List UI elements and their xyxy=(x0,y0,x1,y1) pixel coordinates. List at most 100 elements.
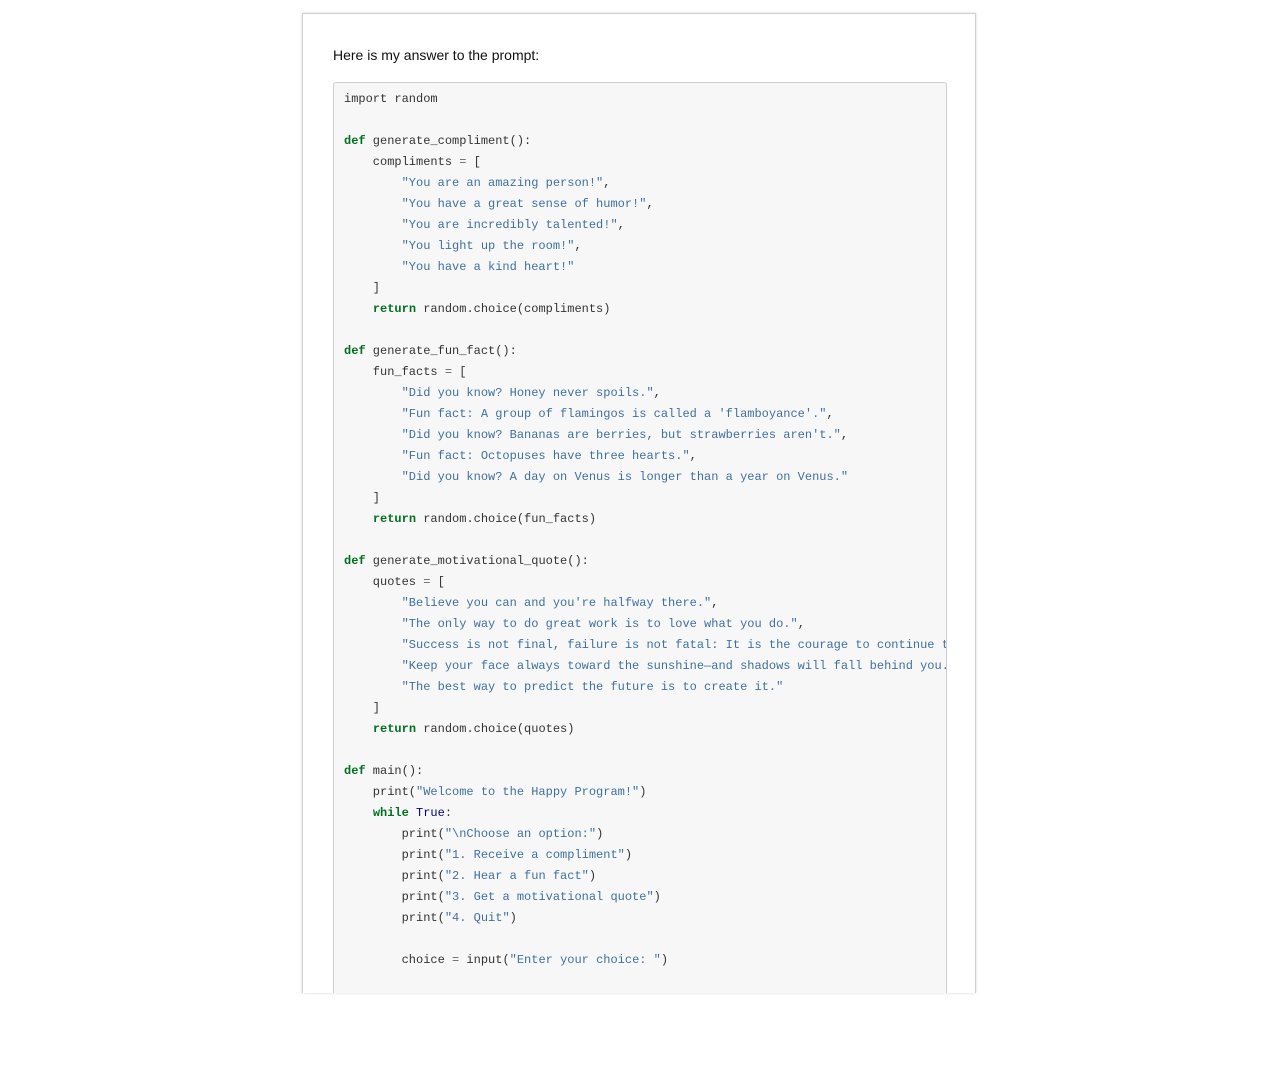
code-token: ) xyxy=(596,827,604,841)
code-line: "Fun fact: Octopuses have three hearts."… xyxy=(344,446,946,467)
code-token: "2. Hear a fun fact" xyxy=(444,869,589,883)
code-token: "Welcome to the Happy Program!" xyxy=(416,785,640,799)
code-token: "Fun fact: Octopuses have three hearts." xyxy=(401,449,690,463)
code-token: ) xyxy=(509,911,517,925)
code-token: , xyxy=(840,428,849,442)
code-token: "Keep your face always toward the sunshi… xyxy=(401,659,947,673)
code-token: print( xyxy=(344,911,445,925)
code-token: ) xyxy=(653,890,661,904)
answer-card: Here is my answer to the prompt: import … xyxy=(302,13,976,993)
code-token: ) xyxy=(660,953,669,967)
code-token: True xyxy=(416,806,445,820)
code-token: ] xyxy=(344,281,381,295)
code-token: return xyxy=(372,512,417,526)
code-line: ] xyxy=(344,488,946,509)
code-line: return random.choice(compliments) xyxy=(344,299,946,320)
code-token: generate_compliment(): xyxy=(365,134,532,148)
code-token: "Did you know? Honey never spoils." xyxy=(401,386,654,400)
code-line: print("Welcome to the Happy Program!") xyxy=(344,782,946,803)
code-line: while True: xyxy=(344,803,946,824)
code-line: print("4. Quit") xyxy=(344,908,946,929)
code-line: "Did you know? A day on Venus is longer … xyxy=(344,467,946,488)
code-token: = xyxy=(444,365,453,379)
code-token: fun_facts xyxy=(344,365,445,379)
code-token: ] xyxy=(344,491,381,505)
code-line: import random xyxy=(344,89,946,110)
code-line: return random.choice(quotes) xyxy=(344,719,946,740)
code-token: , xyxy=(617,218,625,232)
code-token: "Did you know? Bananas are berries, but … xyxy=(401,428,841,442)
code-token: [ xyxy=(430,575,445,589)
code-token: , xyxy=(689,449,697,463)
code-line: "You have a kind heart!" xyxy=(344,257,946,278)
code-line: "You are incredibly talented!", xyxy=(344,215,946,236)
code-line: ] xyxy=(344,278,946,299)
code-line: "Believe you can and you're halfway ther… xyxy=(344,593,946,614)
code-token: "You are an amazing person!" xyxy=(401,176,604,190)
code-token: def xyxy=(344,764,366,778)
code-line: "Fun fact: A group of flamingos is calle… xyxy=(344,404,946,425)
code-token: "Did you know? A day on Venus is longer … xyxy=(401,470,849,484)
code-token: ] xyxy=(344,701,381,715)
code-token: ) xyxy=(624,848,633,862)
code-line: "You are an amazing person!", xyxy=(344,173,946,194)
code-line: "Success is not final, failure is not fa… xyxy=(344,635,946,656)
code-token: "1. Receive a compliment" xyxy=(444,848,625,862)
code-token: "You are incredibly talented!" xyxy=(401,218,618,232)
code-line: "Keep your face always toward the sunshi… xyxy=(344,656,947,677)
code-line: def generate_fun_fact(): xyxy=(344,341,946,362)
code-token: random.choice(quotes) xyxy=(416,722,575,736)
code-token: "You have a kind heart!" xyxy=(401,260,575,274)
code-line: return random.choice(fun_facts) xyxy=(344,509,946,530)
code-token: "Believe you can and you're halfway ther… xyxy=(401,596,712,610)
code-block[interactable]: import random def generate_compliment(): … xyxy=(333,82,947,993)
code-token: print( xyxy=(344,890,445,904)
code-line: "The only way to do great work is to lov… xyxy=(344,614,946,635)
code-token: : xyxy=(444,806,453,820)
code-line: print("1. Receive a compliment") xyxy=(344,845,946,866)
code-line: "You light up the room!", xyxy=(344,236,946,257)
code-token: def xyxy=(344,134,366,148)
code-token: generate_fun_fact(): xyxy=(365,344,517,358)
code-line: print("3. Get a motivational quote") xyxy=(344,887,946,908)
code-line: fun_facts = [ xyxy=(344,362,946,383)
code-token: [ xyxy=(452,365,467,379)
code-token: "\nChoose an option:" xyxy=(444,827,597,841)
code-token: while xyxy=(372,806,409,820)
code-token: "Fun fact: A group of flamingos is calle… xyxy=(401,407,827,421)
code-token: compliments xyxy=(344,155,460,169)
code-token: return xyxy=(372,722,417,736)
code-token: def xyxy=(344,344,366,358)
code-token: , xyxy=(711,596,719,610)
code-token: generate_motivational_quote(): xyxy=(365,554,589,568)
code-token: [ xyxy=(466,155,481,169)
code-token: print( xyxy=(344,869,445,883)
code-token: quotes xyxy=(344,575,424,589)
code-token: "The only way to do great work is to lov… xyxy=(401,617,798,631)
code-token: "The best way to predict the future is t… xyxy=(401,680,784,694)
code-token: ) xyxy=(588,869,597,883)
code-line: def main(): xyxy=(344,761,946,782)
code-line: "The best way to predict the future is t… xyxy=(344,677,946,698)
code-token: , xyxy=(826,407,834,421)
code-line: def generate_motivational_quote(): xyxy=(344,551,946,572)
code-token: main(): xyxy=(365,764,424,778)
code-token: print( xyxy=(344,848,445,862)
code-token: "4. Quit" xyxy=(444,911,510,925)
code-line: choice = input("Enter your choice: ") xyxy=(344,950,946,971)
